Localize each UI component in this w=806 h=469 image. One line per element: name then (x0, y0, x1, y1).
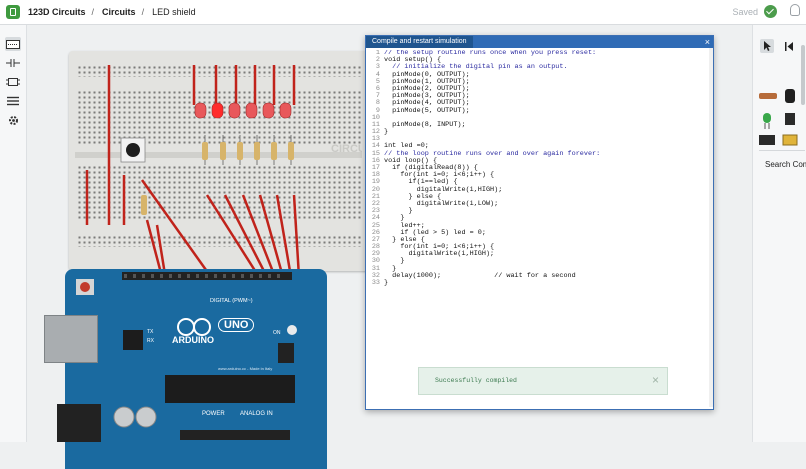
icsp-header (278, 343, 294, 363)
atmega-chip (165, 375, 295, 403)
module-component-icon[interactable] (782, 134, 798, 146)
line-number: 5 (375, 77, 380, 86)
code-text[interactable]: } (384, 279, 388, 287)
line-number: 1 (375, 50, 380, 57)
arduino-web-text: www.arduino.cc - Made in Italy (218, 366, 273, 371)
code-line[interactable]: 22 digitalWrite(i,LOW); (366, 200, 708, 208)
line-number: 4 (375, 70, 380, 79)
editor-scrollbar[interactable] (709, 48, 713, 407)
line-number: 33 (371, 279, 380, 287)
compile-restart-button[interactable]: Compile and restart simulation (366, 36, 473, 48)
toast-close-icon[interactable]: × (652, 373, 659, 387)
compile-toast: Successfully compiled × (418, 367, 668, 395)
code-text[interactable]: } (384, 128, 388, 136)
code-line[interactable]: 23 } (366, 207, 708, 215)
battery-component-icon[interactable] (759, 135, 775, 145)
led-component-icon[interactable] (763, 113, 771, 129)
code-line[interactable]: 29 digitalWrite(i,HIGH); (366, 251, 708, 258)
close-dialog-icon[interactable]: × (705, 36, 710, 48)
toast-message: Successfully compiled (435, 377, 517, 384)
circuit-canvas[interactable]: CIRCUI (27, 25, 399, 469)
line-number: 3 (375, 63, 380, 72)
line-number: 7 (375, 92, 380, 101)
arduino-logo-icon (177, 318, 195, 336)
power-label: POWER (202, 411, 225, 417)
components-panel: Search Com (752, 25, 806, 442)
code-editor[interactable]: 1// the setup routine runs once when you… (366, 50, 708, 400)
uno-logo: UNO (218, 318, 255, 332)
panel-divider (759, 150, 805, 151)
code-line[interactable]: 33} (366, 279, 708, 287)
capacitor-component-icon[interactable] (785, 89, 795, 103)
code-line[interactable]: 30 } (366, 258, 708, 265)
digital-label: DIGITAL (PWM~) (210, 298, 253, 304)
analog-label: ANALOG IN (240, 411, 273, 417)
dialog-header: Compile and restart simulation × (366, 36, 713, 48)
usb-chip (123, 330, 143, 350)
code-line[interactable]: 11 pinMode(8, INPUT); (366, 121, 708, 129)
code-text[interactable]: delay(1000); // wait for a second (384, 272, 576, 280)
component-thumbnails[interactable] (753, 25, 806, 155)
code-line[interactable]: 32 delay(1000); // wait for a second (366, 272, 708, 280)
code-line[interactable]: 9 pinMode(5, OUTPUT); (366, 107, 708, 115)
resistor-component-icon[interactable] (759, 93, 777, 99)
line-number: 6 (375, 84, 380, 93)
code-text[interactable]: pinMode(5, OUTPUT); (384, 107, 470, 115)
on-led-label: ON (273, 330, 281, 336)
line-number: 2 (375, 56, 380, 65)
code-editor-dialog[interactable]: Compile and restart simulation × 1// the… (365, 35, 714, 410)
power-analog-header[interactable] (180, 430, 290, 440)
capacitor-2 (135, 406, 157, 428)
arduino-brand: ARDUINO (172, 335, 214, 345)
capacitor-1 (113, 406, 135, 428)
search-components-button[interactable]: Search Com (765, 160, 806, 169)
code-text[interactable]: pinMode(8, INPUT); (384, 121, 465, 129)
transistor-component-icon[interactable] (785, 113, 795, 125)
code-line[interactable]: 12} (366, 128, 708, 136)
tx-label: TX (147, 329, 154, 335)
line-number: 8 (375, 99, 380, 108)
rx-label: RX (147, 338, 155, 344)
